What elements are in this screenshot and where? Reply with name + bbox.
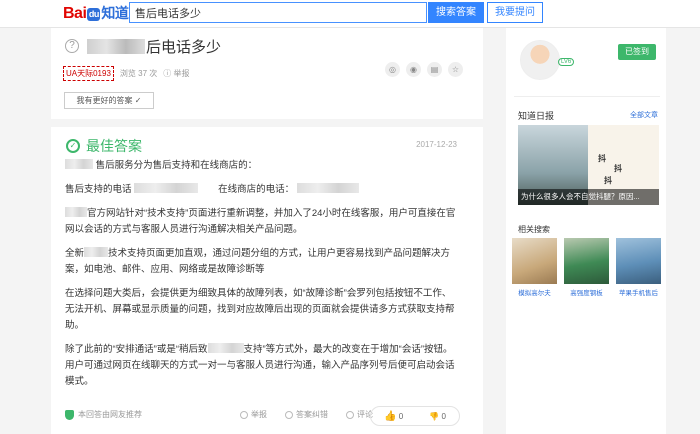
thumb-up-icon: 👍	[384, 410, 397, 422]
redacted-text	[296, 183, 359, 193]
top-bar: Baidu知道 搜索答案 我要提问	[0, 0, 700, 28]
section-divider	[51, 119, 483, 127]
related-item[interactable]: 高强度钢板	[564, 238, 609, 297]
upvote-button[interactable]: 👍 0	[384, 411, 403, 422]
correction-label: 答案纠错	[296, 410, 328, 419]
best-answer-label: 最佳答案	[86, 138, 142, 154]
answer-line-1: 售后服务分为售后支持和在线商店的：	[65, 158, 460, 174]
downvote-button[interactable]: 👎 0	[429, 412, 446, 421]
related-label: 高强度钢板	[570, 290, 603, 297]
logo-text: Bai	[63, 5, 87, 22]
wechat-icon[interactable]: ◎	[385, 62, 400, 77]
correction-icon	[285, 410, 293, 419]
baidu-zhidao-logo[interactable]: Bai du 知道	[63, 3, 129, 23]
logo-zhidao: 知道	[101, 5, 129, 21]
comic-text: 抖	[598, 154, 606, 163]
weibo-icon[interactable]: ◉	[406, 62, 421, 77]
better-answer-button[interactable]: 我有更好的答案 ✓	[64, 92, 154, 109]
better-answer-label: 我有更好的答案	[76, 96, 133, 105]
report-answer-link[interactable]: 举报	[240, 409, 267, 420]
answer-para-3: 在选择问题大类后，会提供更为细致具体的故障列表，如“故障诊断”会罗列包括按钮不工…	[65, 288, 455, 331]
comment-link[interactable]: 评论	[346, 409, 373, 420]
checkin-button[interactable]: 已签到	[618, 44, 656, 60]
store-phone-label: 在线商店的电话：	[218, 184, 295, 195]
answer-actions: 举报 答案纠错 评论	[240, 409, 373, 420]
answer-line-1-text: 售后服务分为售后支持和在线商店的：	[95, 160, 258, 171]
redacted-text	[84, 247, 109, 257]
question-title: 后电话多少	[87, 36, 221, 57]
answer-line-2: 售后支持的电话 在线商店的电话：	[65, 182, 460, 198]
answer-para-2: 全新 技术支持页面更加直观，通过问题分组的方式，让用户更容易找到产品问题解决方案，…	[65, 246, 460, 278]
asker-name[interactable]: UA天际0193	[63, 66, 114, 81]
ask-question-button[interactable]: 我要提问	[487, 2, 543, 23]
share-bar: ◎ ◉ ▤ ☆	[385, 62, 463, 77]
print-icon[interactable]: ▤	[427, 62, 442, 77]
best-answer-header: ✓ 最佳答案	[66, 136, 142, 156]
answer-body: 售后服务分为售后支持和在线商店的： 售后支持的电话 在线商店的电话： 官方网站针…	[65, 158, 460, 398]
medal-icon: ✓	[66, 139, 80, 153]
view-count: 浏览 37 次	[119, 69, 158, 78]
search-button[interactable]: 搜索答案	[428, 2, 484, 23]
redacted-text	[65, 159, 93, 169]
recommend-note: 本回答由网友推荐	[65, 409, 142, 420]
sidebar: LV6 已签到 知道日报 全部文章 抖 抖 抖 为什么很多人会不自觉抖腿？原因.…	[506, 28, 666, 434]
related-label: 模拟高尔夫	[518, 290, 551, 297]
question-icon: ?	[65, 39, 79, 53]
comic-text: 抖	[604, 176, 612, 185]
related-item[interactable]: 苹果手机售后	[616, 238, 661, 297]
related-thumbnail	[616, 238, 661, 284]
shield-icon	[65, 409, 74, 420]
daily-feature-card[interactable]: 抖 抖 抖 为什么很多人会不自觉抖腿？原因...	[518, 125, 659, 205]
correction-link[interactable]: 答案纠错	[285, 409, 328, 420]
favorite-icon[interactable]: ☆	[448, 62, 463, 77]
related-search-title: 相关搜索	[518, 225, 550, 234]
answer-footer: 本回答由网友推荐 举报 答案纠错 评论 👍 0 👎 0	[65, 406, 460, 426]
vote-box: 👍 0 👎 0	[370, 406, 460, 426]
related-label: 苹果手机售后	[619, 290, 658, 297]
answer-para-4: 除了此前的“安排通话”或是“稍后致 支持”等方式外，最大的改变在于增加“会话”按钮…	[65, 342, 460, 390]
comment-icon	[346, 410, 354, 419]
redacted-text	[65, 207, 87, 217]
recommend-text: 本回答由网友推荐	[78, 410, 142, 419]
search-input[interactable]	[129, 2, 427, 23]
redacted-text	[87, 39, 145, 54]
support-phone-label: 售后支持的电话	[65, 184, 132, 195]
avatar[interactable]	[520, 40, 560, 80]
sidebar-divider	[514, 96, 660, 97]
thumb-down-icon: 👎	[429, 411, 440, 421]
redacted-text	[134, 183, 199, 193]
upvote-count: 0	[398, 411, 404, 421]
downvote-count: 0	[441, 411, 446, 421]
answer-date: 2017-12-23	[416, 140, 457, 149]
report-link[interactable]: ⓘ 举报	[163, 68, 189, 79]
report-icon	[240, 410, 248, 419]
question-meta: UA天际0193 浏览 37 次 ⓘ 举报	[63, 66, 190, 81]
answer-para-2-prefix: 全新	[65, 248, 85, 259]
related-thumbnail	[564, 238, 609, 284]
question-title-text: 后电话多少	[146, 39, 222, 56]
answer-para-2-text: 技术支持页面更加直观，通过问题分组的方式，让用户更容易找到产品问题解决方案，如电…	[65, 248, 451, 275]
redacted-text	[207, 343, 244, 353]
question-panel: ? 后电话多少 UA天际0193 浏览 37 次 ⓘ 举报 ◎ ◉ ▤ ☆ 我有…	[51, 28, 483, 434]
all-articles-link[interactable]: 全部文章	[630, 110, 658, 120]
answer-para-4-prefix: 除了此前的“安排通话”或是“稍后致	[65, 344, 208, 355]
related-thumbnail	[512, 238, 557, 284]
answer-para-1: 官方网站针对“技术支持”页面进行重新调整，并加入了24小时在线客服，用户可直接在…	[65, 206, 460, 238]
answer-para-1-text: 官方网站针对“技术支持”页面进行重新调整，并加入了24小时在线客服，用户可直接在…	[65, 208, 456, 235]
related-item[interactable]: 模拟高尔夫	[512, 238, 557, 297]
paw-icon: du	[87, 8, 101, 21]
report-answer-label: 举报	[251, 410, 267, 419]
level-badge: LV6	[558, 58, 575, 66]
feature-caption: 为什么很多人会不自觉抖腿？原因...	[518, 189, 659, 205]
report-label: 举报	[173, 69, 190, 78]
daily-title: 知道日报	[518, 111, 555, 121]
comic-text: 抖	[614, 164, 622, 173]
